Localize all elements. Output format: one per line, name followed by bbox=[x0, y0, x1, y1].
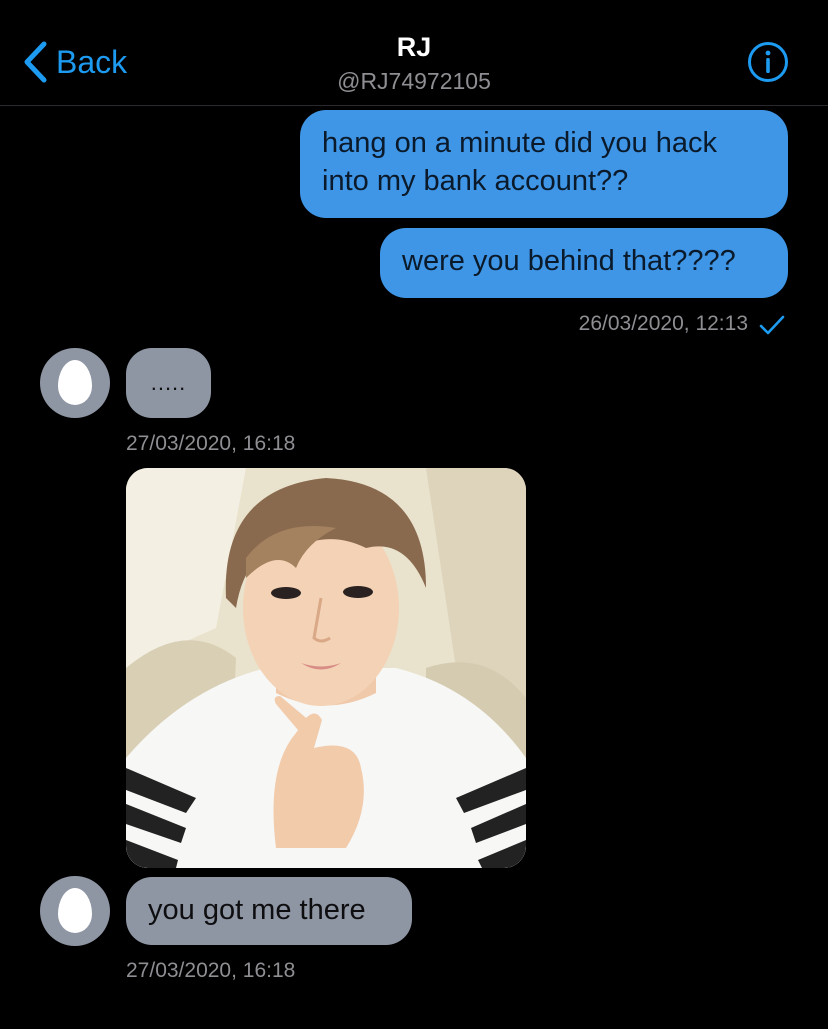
sent-timestamp: 26/03/2020, 12:13 bbox=[578, 312, 748, 335]
contact-name[interactable]: RJ bbox=[0, 30, 828, 64]
default-egg-avatar-icon bbox=[58, 360, 92, 405]
contact-avatar[interactable] bbox=[40, 348, 110, 418]
message-text: were you behind that???? bbox=[402, 245, 736, 277]
contact-avatar[interactable] bbox=[40, 876, 110, 946]
received-timestamp: 27/03/2020, 16:18 bbox=[126, 959, 296, 982]
selfie-photo-image bbox=[126, 468, 526, 868]
received-photo[interactable] bbox=[126, 468, 526, 868]
checkmark-icon bbox=[758, 313, 786, 342]
sent-message[interactable]: hang on a minute did you hack into my ba… bbox=[300, 110, 788, 218]
info-icon bbox=[746, 42, 790, 88]
message-text: hang on a minute did you hack into my ba… bbox=[322, 127, 717, 197]
message-text: ..... bbox=[150, 370, 187, 395]
info-button[interactable] bbox=[746, 40, 790, 84]
received-message[interactable]: you got me there bbox=[126, 877, 412, 945]
received-message[interactable]: ..... bbox=[126, 348, 211, 418]
conversation-header: Back RJ @RJ74972105 bbox=[0, 0, 828, 106]
default-egg-avatar-icon bbox=[58, 888, 92, 933]
received-timestamp: 27/03/2020, 16:18 bbox=[126, 432, 296, 455]
sent-message[interactable]: were you behind that???? bbox=[380, 228, 788, 298]
contact-handle: @RJ74972105 bbox=[337, 68, 491, 94]
message-text: you got me there bbox=[148, 894, 366, 926]
